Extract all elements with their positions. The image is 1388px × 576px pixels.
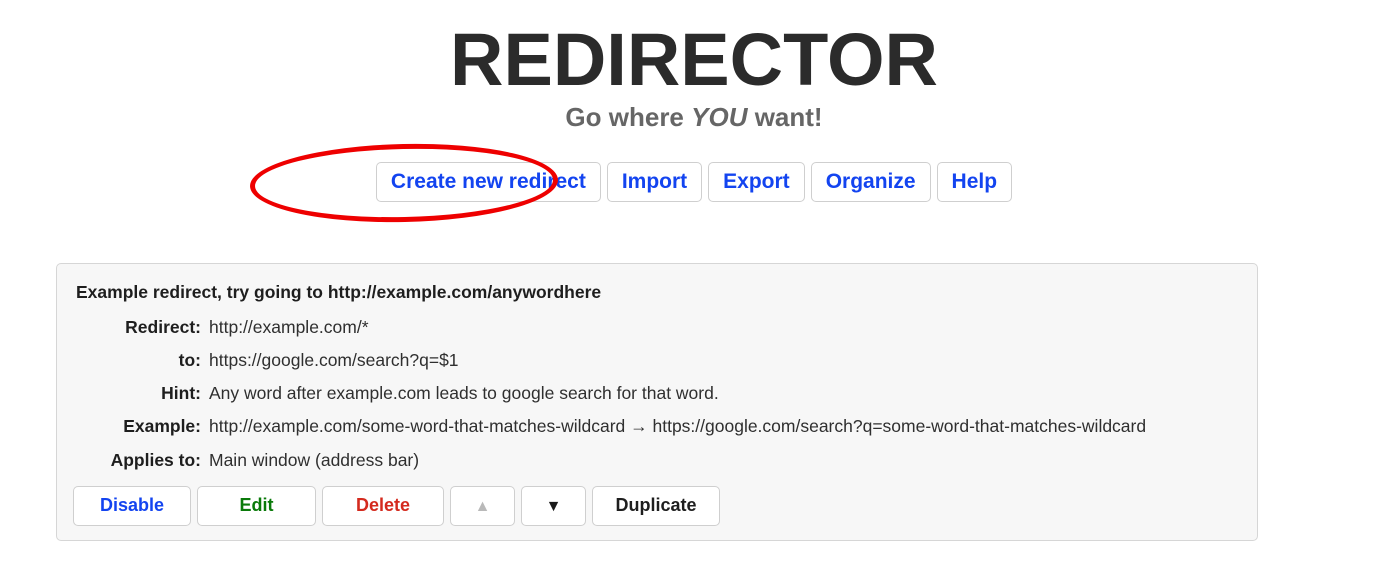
create-new-redirect-button[interactable]: Create new redirect	[375, 162, 601, 203]
toolbar-button-group: Create new redirect Import Export Organi…	[375, 162, 1013, 203]
field-value-applies-to: Main window (address bar)	[209, 449, 420, 470]
field-row-example: Example: http://example.com/some-word-th…	[71, 414, 1243, 438]
move-down-button[interactable]: ▼	[521, 485, 586, 526]
field-label-applies-to: Applies to:	[110, 449, 201, 470]
chevron-down-icon: ▼	[545, 497, 562, 515]
disable-button[interactable]: Disable	[73, 485, 191, 526]
subtitle-emphasis: YOU	[691, 102, 748, 133]
chevron-up-icon: ▲	[474, 497, 491, 515]
field-row-applies-to: Applies to: Main window (address bar)	[71, 448, 1243, 472]
field-row-to: to: https://google.com/search?q=$1	[71, 348, 1243, 372]
page-subtitle: Go where YOU want!	[0, 103, 1388, 132]
main-toolbar: Create new redirect Import Export Organi…	[0, 140, 1388, 226]
field-value-example: http://example.com/some-word-that-matche…	[209, 416, 1147, 437]
field-label-redirect: Redirect:	[125, 317, 201, 337]
duplicate-button[interactable]: Duplicate	[592, 485, 720, 526]
help-button[interactable]: Help	[936, 162, 1013, 203]
edit-button[interactable]: Edit	[197, 485, 316, 526]
field-row-hint: Hint: Any word after example.com leads t…	[71, 381, 1243, 405]
field-row-redirect: Redirect: http://example.com/*	[71, 315, 1243, 339]
delete-button[interactable]: Delete	[322, 485, 444, 526]
page-header: REDIRECTOR Go where YOU want!	[0, 0, 1388, 132]
redirect-fields-list: Redirect: http://example.com/* to: https…	[71, 315, 1243, 472]
redirect-card: Example redirect, try going to http://ex…	[56, 263, 1258, 541]
subtitle-text-after: want!	[747, 102, 823, 133]
import-button[interactable]: Import	[606, 162, 703, 203]
redirect-action-buttons: Disable Edit Delete ▲ ▼ Duplicate	[73, 485, 1243, 526]
organize-button[interactable]: Organize	[810, 162, 931, 203]
field-label-to: to:	[178, 350, 201, 371]
subtitle-text-before: Go where	[565, 102, 692, 133]
page-title: REDIRECTOR	[450, 18, 938, 101]
move-up-button[interactable]: ▲	[450, 485, 515, 526]
redirect-description: Example redirect, try going to http://ex…	[76, 282, 602, 302]
field-label-example: Example:	[123, 416, 201, 437]
export-button[interactable]: Export	[708, 162, 805, 203]
field-value-hint: Any word after example.com leads to goog…	[209, 383, 719, 404]
field-value-redirect: http://example.com/*	[209, 317, 369, 337]
field-value-to: https://google.com/search?q=$1	[209, 350, 459, 371]
field-label-hint: Hint:	[161, 383, 201, 404]
